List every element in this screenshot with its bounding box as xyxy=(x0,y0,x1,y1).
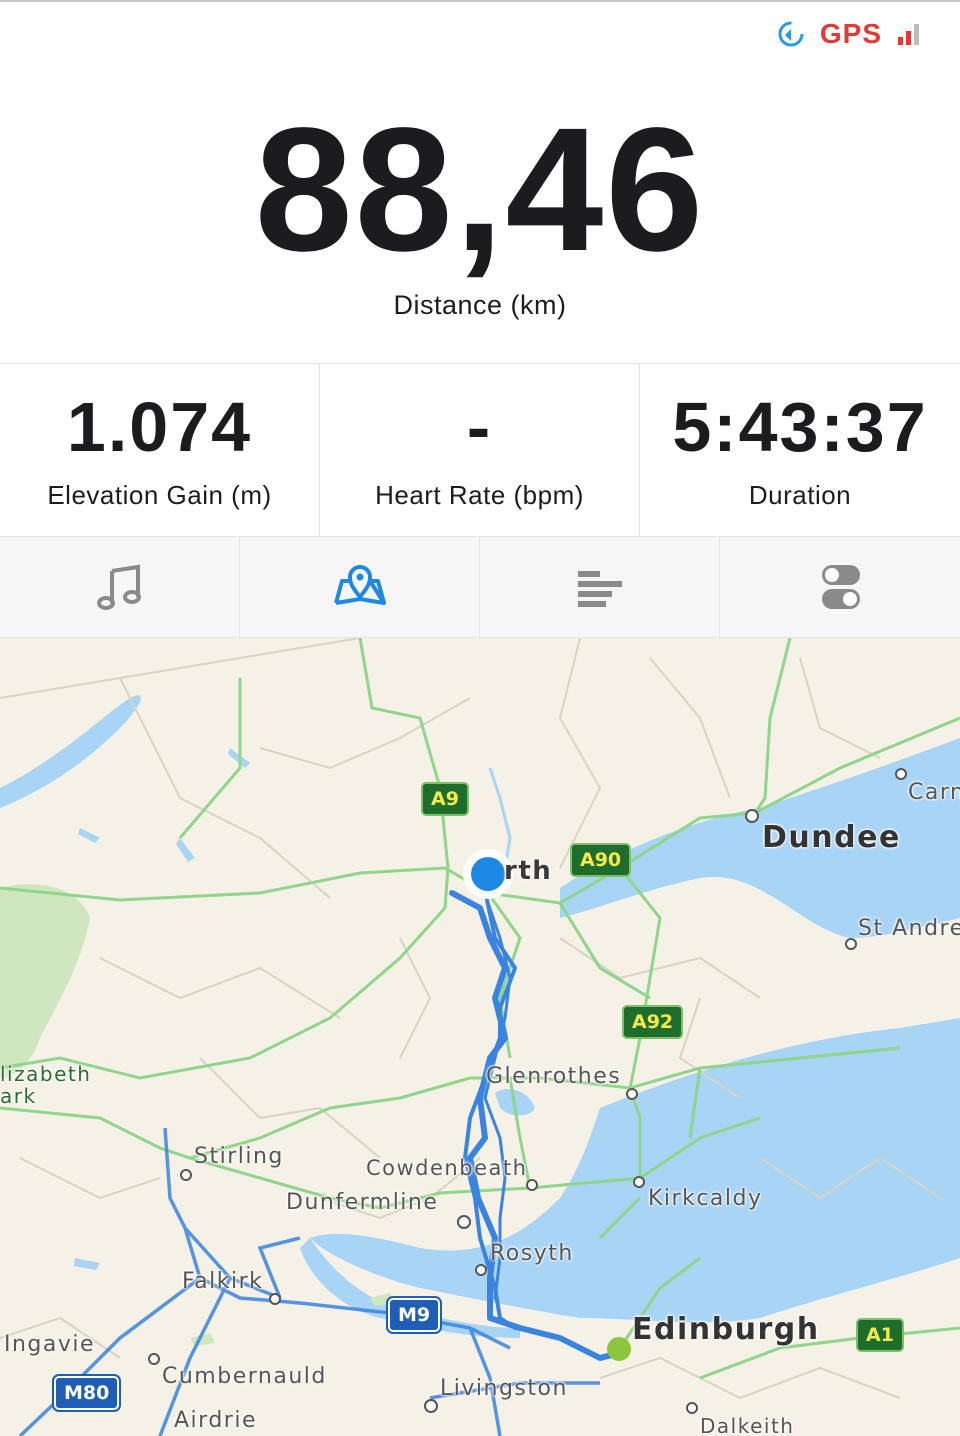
signal-bars-icon xyxy=(898,24,919,45)
status-bar: GPS xyxy=(776,14,922,54)
road-sign-a1: A1 xyxy=(856,1318,904,1352)
place-glenrothes: Glenrothes xyxy=(486,1064,622,1089)
place-falkirk: Falkirk xyxy=(182,1269,264,1294)
place-dunfermline: Dunfermline xyxy=(286,1190,439,1215)
duration-value: 5:43:37 xyxy=(672,388,928,466)
top-divider xyxy=(0,0,960,2)
sync-icon[interactable] xyxy=(776,19,806,49)
place-park-line1: lizabeth xyxy=(0,1062,92,1086)
road-sign-m9: M9 xyxy=(385,1296,443,1334)
heart-rate-value: - xyxy=(466,388,493,466)
place-kirkcaldy: Kirkcaldy xyxy=(648,1186,763,1211)
heart-rate-stat: - Heart Rate (bpm) xyxy=(320,364,640,536)
duration-label: Duration xyxy=(748,480,852,510)
road-sign-a90: A90 xyxy=(570,843,632,877)
stats-row: 1.074 Elevation Gain (m) - Heart Rate (b… xyxy=(0,363,960,536)
place-cowdenbeath: Cowdenbeath xyxy=(366,1156,528,1180)
route-end-marker xyxy=(607,1337,631,1361)
route-map[interactable]: rth Dundee Carn St Andre Glenrothes Stir… xyxy=(0,638,960,1436)
gps-label: GPS xyxy=(819,18,882,49)
road-sign-m80: M80 xyxy=(51,1374,122,1412)
place-cumbernauld: Cumbernauld xyxy=(162,1364,327,1389)
elevation-gain-stat: 1.074 Elevation Gain (m) xyxy=(0,364,320,536)
place-park-line2: ark xyxy=(0,1084,37,1108)
place-milngavie: Ingavie xyxy=(4,1332,96,1357)
music-note-icon xyxy=(96,564,141,610)
tab-music[interactable] xyxy=(0,537,240,637)
place-dalkeith: Dalkeith xyxy=(700,1414,795,1436)
splits-list-icon xyxy=(577,571,622,607)
distance-value: 88,46 xyxy=(254,92,706,288)
tab-splits[interactable] xyxy=(480,537,720,637)
heart-rate-label: Heart Rate (bpm) xyxy=(375,480,584,510)
map-pin-icon xyxy=(333,565,386,605)
place-stirling: Stirling xyxy=(194,1144,284,1169)
distance-label: Distance (km) xyxy=(393,290,567,320)
place-perth: rth xyxy=(504,856,553,886)
toggle-settings-icon xyxy=(822,565,860,609)
place-carnoustie: Carn xyxy=(908,780,960,805)
tab-map[interactable] xyxy=(240,537,480,637)
current-location-marker[interactable] xyxy=(471,857,505,891)
place-edinburgh: Edinburgh xyxy=(632,1312,820,1347)
tab-bar xyxy=(0,536,960,638)
elevation-gain-label: Elevation Gain (m) xyxy=(47,480,272,510)
road-sign-a92: A92 xyxy=(622,1005,684,1039)
place-livingston: Livingston xyxy=(440,1376,568,1401)
distance-panel: 88,46 Distance (km) xyxy=(0,100,960,321)
place-dundee: Dundee xyxy=(762,820,901,855)
duration-stat: 5:43:37 Duration xyxy=(640,364,960,536)
place-airdrie: Airdrie xyxy=(174,1408,257,1433)
tab-settings[interactable] xyxy=(720,537,960,637)
elevation-gain-value: 1.074 xyxy=(66,388,253,466)
place-st-andrews: St Andre xyxy=(858,916,960,941)
place-rosyth: Rosyth xyxy=(490,1241,574,1266)
road-sign-a9: A9 xyxy=(421,782,469,816)
